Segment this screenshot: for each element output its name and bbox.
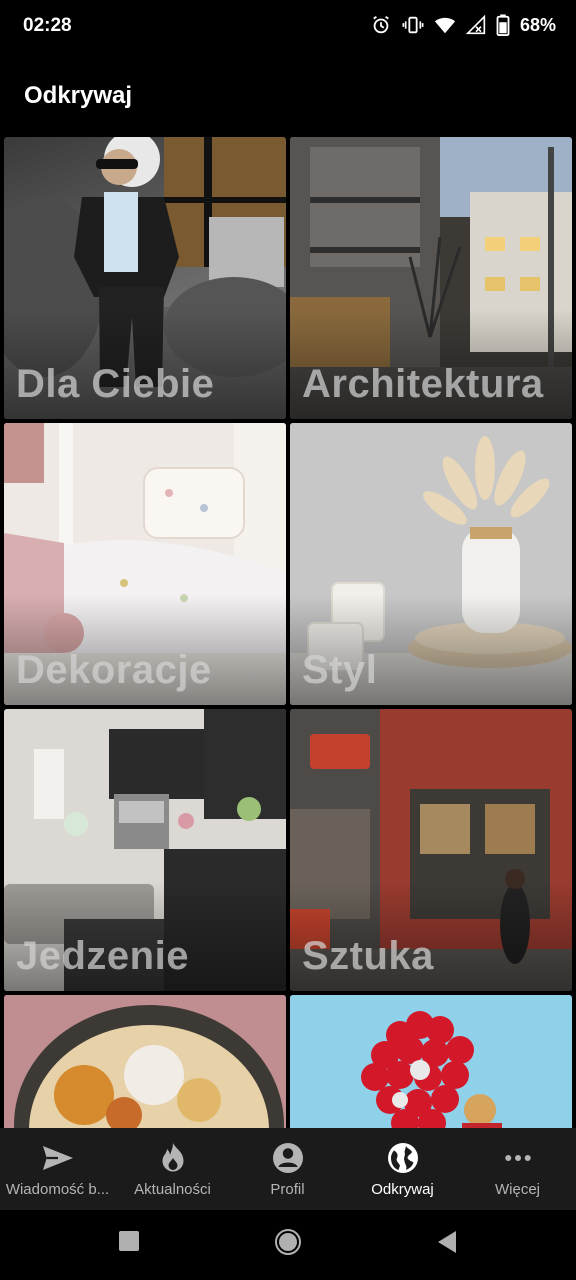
nav-label: Aktualności <box>134 1181 211 1198</box>
category-label: Styl <box>302 648 378 692</box>
category-label: Dekoracje <box>16 648 212 692</box>
system-nav <box>0 1210 576 1280</box>
status-icons: 68% <box>370 14 556 36</box>
battery-icon <box>496 14 510 36</box>
category-tile-7[interactable] <box>4 995 286 1128</box>
send-icon <box>40 1140 76 1176</box>
bottom-nav: Wiadomość b... Aktualności Profil Odkryw… <box>0 1128 576 1210</box>
page-title: Odkrywaj <box>24 82 133 109</box>
nav-label: Odkrywaj <box>371 1181 434 1198</box>
more-icon <box>500 1140 536 1176</box>
globe-icon <box>385 1140 421 1176</box>
category-label: Dla Ciebie <box>16 362 215 406</box>
tile-image <box>4 995 286 1128</box>
flame-icon <box>155 1140 191 1176</box>
category-label: Jedzenie <box>16 934 189 978</box>
category-tile-dekoracje[interactable]: Dekoracje <box>4 423 286 705</box>
signal-icon <box>465 15 486 35</box>
nav-item-news[interactable]: Aktualności <box>115 1128 230 1210</box>
back-button[interactable] <box>436 1230 458 1259</box>
profile-icon <box>270 1140 306 1176</box>
tile-image <box>290 995 572 1128</box>
battery-percent: 68% <box>519 14 556 35</box>
wifi-icon <box>434 14 456 36</box>
alarm-icon <box>370 14 392 36</box>
vibrate-icon <box>402 14 424 36</box>
category-tile-dla-ciebie[interactable]: Dla Ciebie <box>4 137 286 419</box>
nav-label: Profil <box>270 1181 305 1198</box>
status-time: 02:28 <box>23 15 72 36</box>
nav-item-messages[interactable]: Wiadomość b... <box>0 1128 115 1210</box>
status-bar: 02:28 68% <box>0 0 576 56</box>
category-tile-sztuka[interactable]: Sztuka <box>290 709 572 991</box>
home-button[interactable] <box>275 1229 301 1260</box>
category-label: Architektura <box>302 362 544 406</box>
recents-button[interactable] <box>118 1230 140 1257</box>
nav-item-profile[interactable]: Profil <box>230 1128 345 1210</box>
category-tile-styl[interactable]: Styl <box>290 423 572 705</box>
category-label: Sztuka <box>302 934 434 978</box>
category-tile-8[interactable] <box>290 995 572 1128</box>
nav-item-discover[interactable]: Odkrywaj <box>345 1128 460 1210</box>
category-grid: Dla Ciebie Architektura Dekoracje Styl J… <box>0 134 576 1128</box>
category-tile-architektura[interactable]: Architektura <box>290 137 572 419</box>
nav-label: Więcej <box>494 1181 540 1198</box>
nav-item-more[interactable]: Więcej <box>460 1128 575 1210</box>
nav-label: Wiadomość b... <box>5 1181 110 1198</box>
category-tile-jedzenie[interactable]: Jedzenie <box>4 709 286 991</box>
